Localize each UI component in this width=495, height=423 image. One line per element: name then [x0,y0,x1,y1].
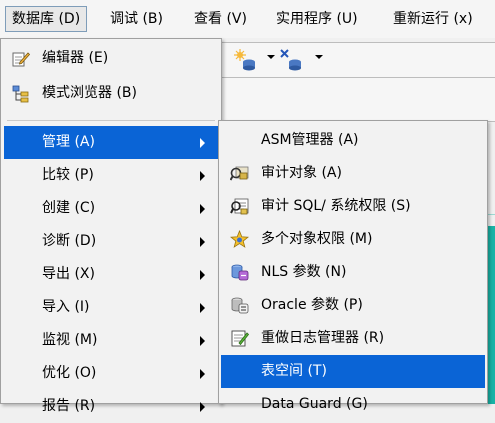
submenu-item-data-guard[interactable]: Data Guard (G) [221,388,485,421]
menu-debug[interactable]: 调试 (B) [104,6,169,32]
submenu-arrow-icon [200,204,205,214]
menu-item-compare[interactable]: 比较 (P) [4,159,218,192]
menu-item-label: Data Guard (G) [261,396,368,412]
menu-item-label: NLS 参数 (N) [261,264,347,280]
menu-item-label: 表空间 (T) [261,363,327,379]
background-panel-accent [487,226,495,404]
menu-item-label: 审计对象 (A) [261,165,342,181]
disconnect-icon[interactable] [279,49,307,71]
redo-log-icon [230,329,249,348]
submenu-arrow-icon [200,138,205,148]
chevron-down-icon[interactable] [267,55,275,59]
menu-item-create[interactable]: 创建 (C) [4,192,218,225]
menu-item-label: 报告 (R) [42,398,96,414]
menu-item-diagnose[interactable]: 诊断 (D) [4,225,218,258]
menu-item-label: 审计 SQL/ 系统权限 (S) [261,198,411,214]
menu-item-label: 导出 (X) [42,266,95,282]
star-privileges-icon [230,230,249,249]
menu-item-label: 创建 (C) [42,200,96,216]
submenu-item-asm-manager[interactable]: ASM管理器 (A) [221,124,485,157]
menu-item-label: 监视 (M) [42,332,98,348]
pencil-edit-icon [12,50,30,68]
menu-item-label: ASM管理器 (A) [261,132,359,148]
chevron-down-icon[interactable] [315,55,323,59]
oracle-params-icon [230,296,249,315]
menu-item-optimize[interactable]: 优化 (O) [4,357,218,390]
submenu-item-redo-log-manager[interactable]: 重做日志管理器 (R) [221,322,485,355]
submenu-arrow-icon [200,237,205,247]
submenu-arrow-icon [200,270,205,280]
submenu-item-audit-objects[interactable]: 审计对象 (A) [221,157,485,190]
menu-item-label: 模式浏览器 (B) [42,85,137,101]
menu-item-label: 编辑器 (E) [42,50,109,66]
menu-database[interactable]: 数据库 (D) [5,6,88,32]
new-connection-icon[interactable] [233,49,261,71]
schema-browser-icon [12,85,30,103]
submenu-item-oracle-params[interactable]: Oracle 参数 (P) [221,289,485,322]
menu-bar: 数据库 (D) 调试 (B) 查看 (V) 实用程序 (U) 重新运行 (x) [0,0,495,39]
menu-item-editor[interactable]: 编辑器 (E) [4,42,218,75]
menu-item-admin[interactable]: 管理 (A) [4,126,218,159]
audit-sql-icon [230,197,249,216]
submenu-item-multi-object-privileges[interactable]: 多个对象权限 (M) [221,223,485,256]
audit-objects-icon [230,164,249,183]
secondary-toolbar [220,78,495,122]
menu-item-label: 多个对象权限 (M) [261,231,373,247]
menu-item-report[interactable]: 报告 (R) [4,390,218,423]
menu-item-label: 重做日志管理器 (R) [261,330,385,346]
submenu-item-audit-sql[interactable]: 审计 SQL/ 系统权限 (S) [221,190,485,223]
submenu-arrow-icon [200,369,205,379]
menu-item-label: 诊断 (D) [42,233,97,249]
menu-item-monitor[interactable]: 监视 (M) [4,324,218,357]
submenu-item-nls-params[interactable]: NLS 参数 (N) [221,256,485,289]
menu-item-export[interactable]: 导出 (X) [4,258,218,291]
menu-item-label: 管理 (A) [42,134,95,150]
menu-item-label: Oracle 参数 (P) [261,297,363,313]
menu-utilities[interactable]: 实用程序 (U) [270,6,364,32]
submenu-arrow-icon [200,336,205,346]
menu-item-label: 导入 (I) [42,299,90,315]
menu-view[interactable]: 查看 (V) [188,6,253,32]
toolbar [220,42,495,78]
submenu-item-tablespace[interactable]: 表空间 (T) [221,355,485,388]
menu-item-import[interactable]: 导入 (I) [4,291,218,324]
menu-separator [7,120,215,121]
admin-submenu: ASM管理器 (A) 审计对象 (A) 审计 SQL/ 系统权限 (S) 多个对… [218,120,488,412]
submenu-arrow-icon [200,171,205,181]
menu-item-label: 优化 (O) [42,365,97,381]
menu-rerun[interactable]: 重新运行 (x) [387,6,479,32]
database-menu: 编辑器 (E) 模式浏览器 (B) 管理 (A) 比较 (P) 创建 (C) 诊… [0,38,222,414]
nls-params-icon [230,263,249,282]
menu-item-label: 比较 (P) [42,167,94,183]
submenu-arrow-icon [200,303,205,313]
menu-item-schema-browser[interactable]: 模式浏览器 (B) [4,77,218,110]
